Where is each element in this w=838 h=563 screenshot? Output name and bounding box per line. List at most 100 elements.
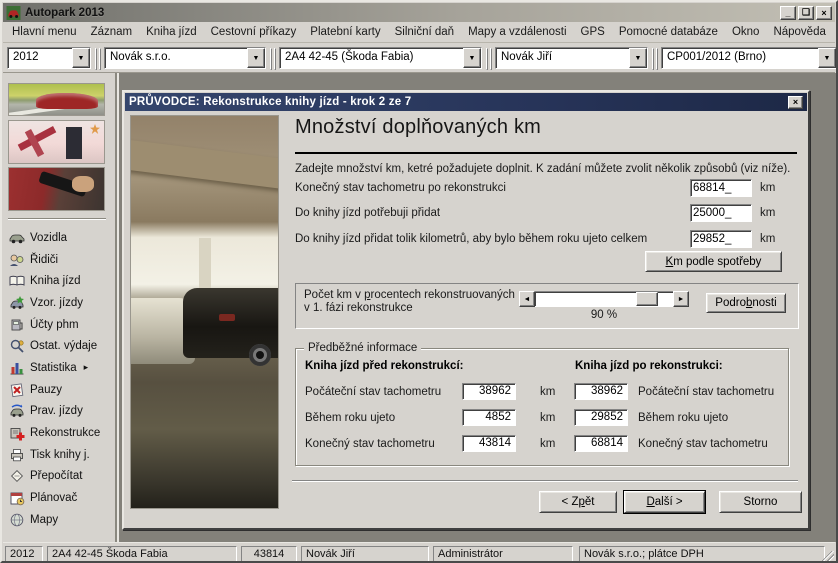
trip-order-combobox[interactable]: CP001/2012 (Brno) ▼ bbox=[661, 47, 837, 69]
bar-chart-icon bbox=[9, 360, 25, 376]
sidebar-item-prav-jizdy[interactable]: Prav. jízdy bbox=[9, 401, 113, 423]
before-final-odometer: 43814 bbox=[462, 435, 516, 452]
sidebar-item-pauzy[interactable]: Pauzy bbox=[9, 379, 113, 401]
heading-rule bbox=[295, 152, 797, 154]
menubar: Hlavní menu Záznam Kniha jízd Cestovní p… bbox=[3, 22, 835, 43]
sidebar-item-vzor-jizdy[interactable]: Vzor. jízdy bbox=[9, 292, 113, 314]
toolbar-grip bbox=[270, 48, 277, 70]
field-label-total-yearly-km: Do knihy jízd přidat tolik kilometrů, ab… bbox=[295, 233, 647, 245]
wizard-titlebar[interactable]: PRŮVODCE: Rekonstrukce knihy jízd - krok… bbox=[125, 93, 807, 111]
close-button[interactable]: × bbox=[816, 6, 832, 20]
group-title: Předběžné informace bbox=[304, 342, 421, 354]
sidebar-item-statistika[interactable]: Statistika ▸ bbox=[9, 357, 113, 379]
menu-mapy-a-vzdalenosti[interactable]: Mapy a vzdálenosti bbox=[461, 23, 573, 41]
toolbar-grip bbox=[652, 48, 659, 70]
unit-label: km bbox=[760, 233, 775, 245]
before-start-odometer: 38962 bbox=[462, 383, 516, 400]
percentage-panel: Počet km v procentech rekonstruovaných v… bbox=[295, 283, 799, 329]
wizard-subtitle: Zadejte množství km, ketré požadujete do… bbox=[295, 163, 800, 175]
driver-combobox[interactable]: Novák Jiří ▼ bbox=[495, 47, 648, 69]
back-button[interactable]: < Zpět bbox=[539, 491, 617, 513]
details-button[interactable]: Podrobnosti bbox=[706, 293, 786, 313]
menu-platebni-karty[interactable]: Platební karty bbox=[303, 23, 387, 41]
app-window: Autopark 2013 _ ❏ × Hlavní menu Záznam K… bbox=[0, 0, 838, 563]
unit-label: km bbox=[540, 438, 555, 450]
maximize-button[interactable]: ❏ bbox=[798, 6, 814, 20]
row-label: Během roku ujeto bbox=[305, 412, 395, 424]
vehicle-combobox[interactable]: 2A4 42-45 (Škoda Fabia) ▼ bbox=[279, 47, 482, 69]
unit-label: km bbox=[760, 207, 775, 219]
menu-cestovni-prikazy[interactable]: Cestovní příkazy bbox=[204, 23, 304, 41]
sidebar-item-ridici[interactable]: Řidiči bbox=[9, 249, 113, 271]
unit-label: km bbox=[540, 412, 555, 424]
sidebar-item-vozidla[interactable]: Vozidla bbox=[9, 227, 113, 249]
status-driver: Novák Jiří bbox=[301, 546, 429, 562]
final-odometer-input[interactable] bbox=[690, 179, 752, 197]
chevron-down-icon[interactable]: ▼ bbox=[463, 48, 481, 68]
maximize-icon: ❏ bbox=[802, 7, 810, 18]
total-yearly-km-input[interactable] bbox=[690, 230, 752, 248]
menu-gps[interactable]: GPS bbox=[574, 23, 612, 41]
minimize-button[interactable]: _ bbox=[780, 6, 796, 20]
menu-napoveda[interactable]: Nápověda bbox=[766, 23, 832, 41]
field-label-km-to-add: Do knihy jízd potřebuji přidat bbox=[295, 207, 440, 219]
company-combobox[interactable]: Novák s.r.o. ▼ bbox=[104, 47, 266, 69]
wizard-close-button[interactable]: × bbox=[788, 96, 803, 109]
scroll-left-icon[interactable]: ◄ bbox=[519, 291, 535, 307]
status-vehicle: 2A4 42-45 Škoda Fabia bbox=[47, 546, 237, 562]
sidebar-item-label: Prav. jízdy bbox=[30, 405, 83, 417]
sidebar-item-label: Vzor. jízdy bbox=[30, 297, 83, 309]
status-year: 2012 bbox=[5, 546, 43, 562]
sidebar-item-rekonstrukce[interactable]: Rekonstrukce bbox=[9, 422, 113, 444]
next-button[interactable]: Další > bbox=[624, 491, 705, 513]
chevron-down-icon[interactable]: ▼ bbox=[72, 48, 90, 68]
menu-zaznam[interactable]: Záznam bbox=[84, 23, 140, 41]
sidebar-item-label: Řidiči bbox=[30, 254, 58, 266]
menu-hlavni-menu[interactable]: Hlavní menu bbox=[5, 23, 84, 41]
sidebar-item-mapy[interactable]: Mapy bbox=[9, 509, 113, 531]
percentage-slider[interactable]: ◄ ► bbox=[519, 291, 689, 307]
wizard-garage-photo bbox=[130, 115, 279, 509]
menu-silnicni-dan[interactable]: Silniční daň bbox=[388, 23, 461, 41]
sidebar-item-ostat-vydaje[interactable]: Ostat. výdaje bbox=[9, 335, 113, 357]
sidebar-item-label: Plánovač bbox=[30, 492, 77, 504]
scroll-right-icon[interactable]: ► bbox=[673, 291, 689, 307]
row-label: Počáteční stav tachometru bbox=[638, 386, 774, 398]
chevron-down-icon[interactable]: ▼ bbox=[247, 48, 265, 68]
unit-label: km bbox=[540, 386, 555, 398]
sidebar-item-label: Tisk knihy j. bbox=[30, 449, 90, 461]
year-combobox[interactable]: 2012 ▼ bbox=[7, 47, 91, 69]
chevron-down-icon[interactable]: ▼ bbox=[818, 48, 836, 68]
status-company: Novák s.r.o.; plátce DPH bbox=[579, 546, 825, 562]
chevron-down-icon[interactable]: ▼ bbox=[629, 48, 647, 68]
before-driven-km: 4852 bbox=[462, 409, 516, 426]
sidebar-item-ucty-phm[interactable]: Účty phm bbox=[9, 314, 113, 336]
recalculate-icon bbox=[9, 468, 25, 484]
slider-track[interactable] bbox=[535, 291, 673, 307]
logbook-icon bbox=[9, 273, 25, 289]
km-to-add-input[interactable] bbox=[690, 204, 752, 222]
sidebar-item-planovac[interactable]: Plánovač bbox=[9, 487, 113, 509]
regular-trips-icon bbox=[9, 403, 25, 419]
sidebar-item-kniha-jizd[interactable]: Kniha jízd bbox=[9, 270, 113, 292]
trip-order-combobox-value: CP001/2012 (Brno) bbox=[662, 48, 818, 68]
sidebar-item-label: Mapy bbox=[30, 514, 58, 526]
sidebar-item-prepocitat[interactable]: Přepočítat bbox=[9, 466, 113, 488]
resize-grip[interactable] bbox=[822, 551, 834, 563]
planner-icon bbox=[9, 490, 25, 506]
slider-thumb[interactable] bbox=[636, 292, 658, 306]
cancel-button[interactable]: Storno bbox=[719, 491, 802, 513]
wizard-title: PRŮVODCE: Rekonstrukce knihy jízd - krok… bbox=[129, 96, 411, 108]
fuel-pump-icon bbox=[9, 317, 25, 333]
close-icon: × bbox=[821, 8, 826, 18]
km-by-consumption-button[interactable]: Km podle spotřeby bbox=[645, 251, 782, 272]
menu-kniha-jizd[interactable]: Kniha jízd bbox=[139, 23, 204, 41]
sidebar-item-tisk-knihy[interactable]: Tisk knihy j. bbox=[9, 444, 113, 466]
photo-fuel-nozzle bbox=[8, 167, 105, 211]
car-icon bbox=[9, 230, 25, 246]
menu-pomocne-databaze[interactable]: Pomocné databáze bbox=[612, 23, 725, 41]
menu-okno[interactable]: Okno bbox=[725, 23, 767, 41]
window-titlebar[interactable]: Autopark 2013 _ ❏ × bbox=[3, 3, 835, 22]
sidebar-divider bbox=[8, 218, 106, 220]
sidebar-item-label: Ostat. výdaje bbox=[30, 340, 97, 352]
